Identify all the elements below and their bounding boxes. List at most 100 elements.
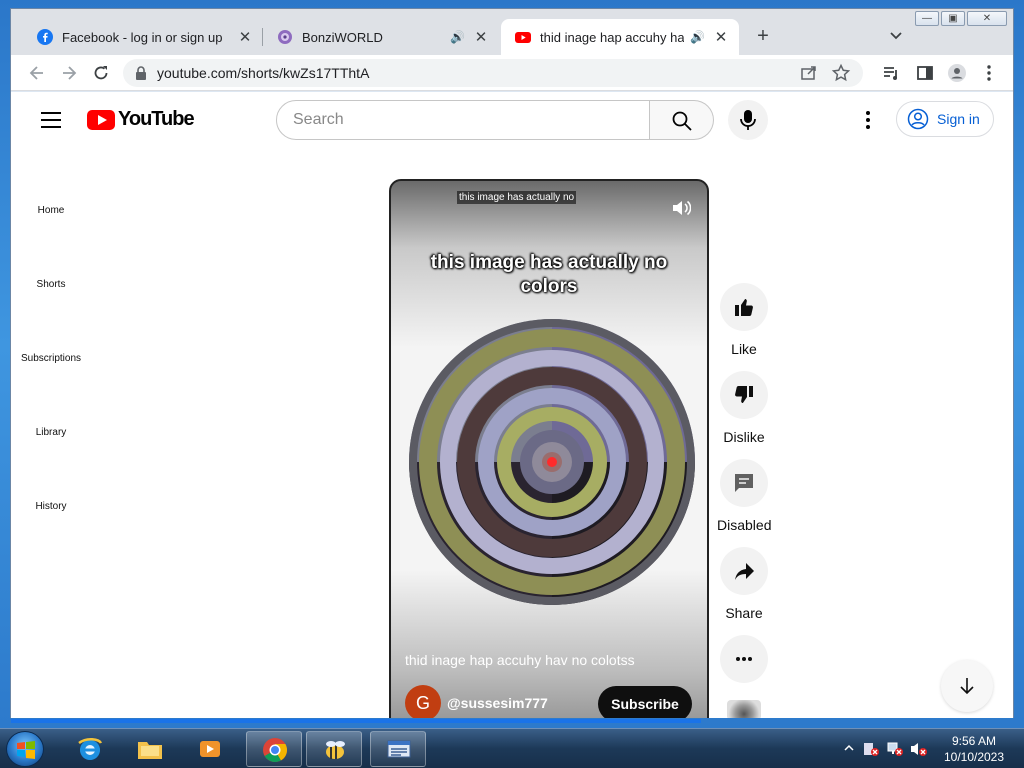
share-page-icon[interactable] — [799, 63, 819, 83]
next-video-button[interactable] — [941, 660, 993, 712]
minimize-button[interactable]: — — [915, 11, 939, 26]
logo-text: YouTube — [118, 108, 195, 130]
taskbar-bonzi[interactable] — [306, 731, 362, 767]
tab-strip: Facebook - log in or sign up ✕ BonziWORL… — [11, 9, 1013, 55]
thumbs-down-icon — [735, 386, 753, 403]
facebook-icon — [37, 29, 53, 45]
clock-date: 10/10/2023 — [943, 750, 1005, 764]
speaker-icon[interactable]: 🔊 — [690, 30, 705, 44]
back-icon[interactable] — [27, 63, 47, 83]
comments-action[interactable]: Disabled — [717, 459, 771, 533]
video-title[interactable]: thid inage hap accuhy hav no colotss — [405, 652, 635, 668]
profile-icon[interactable] — [947, 63, 967, 83]
new-tab-button[interactable]: + — [751, 26, 775, 46]
taskbar-media-player[interactable] — [182, 731, 238, 767]
internet-explorer-icon — [78, 738, 103, 760]
nav-subscriptions[interactable]: Subscriptions — [11, 353, 91, 364]
search-input[interactable]: Search — [276, 100, 650, 140]
browser-window: Facebook - log in or sign up ✕ BonziWORL… — [10, 8, 1014, 723]
bee-icon — [326, 741, 345, 759]
tray-expand-icon[interactable] — [842, 741, 856, 755]
forward-icon[interactable] — [59, 63, 79, 83]
search-icon — [672, 111, 692, 131]
video-overlay-text: this image has actually no colors — [430, 252, 668, 297]
chevron-down-icon[interactable] — [887, 26, 905, 44]
page-load-progress — [11, 719, 701, 723]
system-clock[interactable]: 9:56 AM 10/10/2023 — [934, 733, 1014, 765]
sign-in-button[interactable]: Sign in — [896, 101, 994, 137]
media-player-icon — [200, 741, 220, 757]
address-bar[interactable]: youtube.com/shorts/kwZs17TThtA — [123, 59, 863, 87]
share-arrow-icon — [735, 563, 754, 580]
short-video-player[interactable]: this image has actually no this image ha… — [389, 179, 709, 718]
settings-menu-icon[interactable] — [856, 110, 880, 130]
youtube-play-icon — [87, 109, 115, 130]
media-control-icon[interactable] — [881, 63, 901, 83]
dislike-action[interactable]: Dislike — [717, 371, 771, 445]
reload-icon[interactable] — [91, 63, 111, 83]
nav-library[interactable]: Library — [11, 427, 91, 438]
tab-bonziworld[interactable]: BonziWORLD 🔊 ✕ — [263, 19, 499, 55]
channel-avatar[interactable]: G — [405, 685, 441, 718]
like-label: Like — [731, 341, 757, 357]
taskbar-file-explorer[interactable] — [122, 731, 178, 767]
search-button[interactable] — [650, 100, 714, 140]
tab-facebook[interactable]: Facebook - log in or sign up ✕ — [23, 19, 263, 55]
system-tray — [842, 741, 928, 757]
comments-label: Disabled — [717, 517, 772, 533]
start-button[interactable] — [6, 731, 44, 767]
taskbar-app-window[interactable] — [370, 731, 426, 767]
next-short-thumbnail[interactable] — [727, 700, 761, 718]
action-center-icon[interactable] — [862, 741, 880, 757]
comments-button[interactable] — [720, 459, 768, 507]
more-options-button[interactable] — [720, 635, 768, 683]
folder-icon — [138, 742, 162, 759]
url-text[interactable]: youtube.com/shorts/kwZs17TThtA — [157, 65, 369, 81]
youtube-icon — [515, 32, 531, 43]
close-tab-icon[interactable]: ✕ — [473, 28, 489, 46]
taskbar-internet-explorer[interactable] — [62, 731, 118, 767]
youtube-logo[interactable]: YouTube — [87, 108, 195, 131]
volume-muted-icon[interactable] — [910, 741, 928, 757]
voice-search-button[interactable] — [728, 100, 768, 140]
like-button[interactable] — [720, 283, 768, 331]
side-panel-icon[interactable] — [915, 63, 935, 83]
close-tab-icon[interactable]: ✕ — [237, 28, 253, 46]
arrow-down-icon — [960, 678, 974, 695]
menu-icon[interactable] — [41, 112, 61, 128]
dislike-label: Dislike — [723, 429, 765, 445]
tab-youtube-short[interactable]: thid inage hap accuhy hav no colotss 🔊 ✕ — [501, 19, 739, 55]
bonzi-icon — [278, 30, 292, 44]
network-icon[interactable] — [886, 741, 904, 757]
maximize-button[interactable]: ▣ — [941, 11, 965, 26]
browser-menu-icon[interactable] — [979, 63, 999, 83]
more-horizontal-icon — [736, 657, 752, 661]
more-action[interactable] — [717, 635, 771, 683]
taskbar-chrome[interactable] — [246, 731, 302, 767]
channel-handle[interactable]: @sussesim777 — [447, 695, 548, 711]
close-window-button[interactable]: ✕ — [967, 11, 1007, 26]
speaker-icon[interactable]: 🔊 — [450, 30, 465, 44]
share-label: Share — [725, 605, 763, 621]
lock-icon[interactable] — [135, 66, 147, 80]
closed-caption: this image has actually no — [457, 191, 577, 204]
dislike-button[interactable] — [720, 371, 768, 419]
taskbar: 9:56 AM 10/10/2023 — [0, 728, 1024, 768]
nav-history[interactable]: History — [11, 501, 91, 512]
like-action[interactable]: Like — [717, 283, 771, 357]
volume-icon[interactable] — [671, 199, 691, 217]
share-action[interactable]: Share — [717, 547, 771, 621]
share-button[interactable] — [720, 547, 768, 595]
subscribe-button[interactable]: Subscribe — [598, 686, 692, 718]
nav-shorts[interactable]: Shorts — [11, 279, 91, 290]
close-tab-icon[interactable]: ✕ — [713, 28, 729, 46]
bookmark-star-icon[interactable] — [831, 63, 851, 83]
keyboard-window-icon — [387, 740, 411, 758]
tab-title: thid inage hap accuhy hav no colotss — [540, 29, 685, 45]
clock-time: 9:56 AM — [951, 734, 997, 748]
concentric-disc-image — [409, 319, 695, 605]
tab-title: Facebook - log in or sign up — [62, 29, 223, 45]
window-controls: — ▣ ✕ — [913, 11, 1007, 26]
sign-in-label: Sign in — [937, 111, 980, 127]
nav-home[interactable]: Home — [11, 205, 91, 216]
